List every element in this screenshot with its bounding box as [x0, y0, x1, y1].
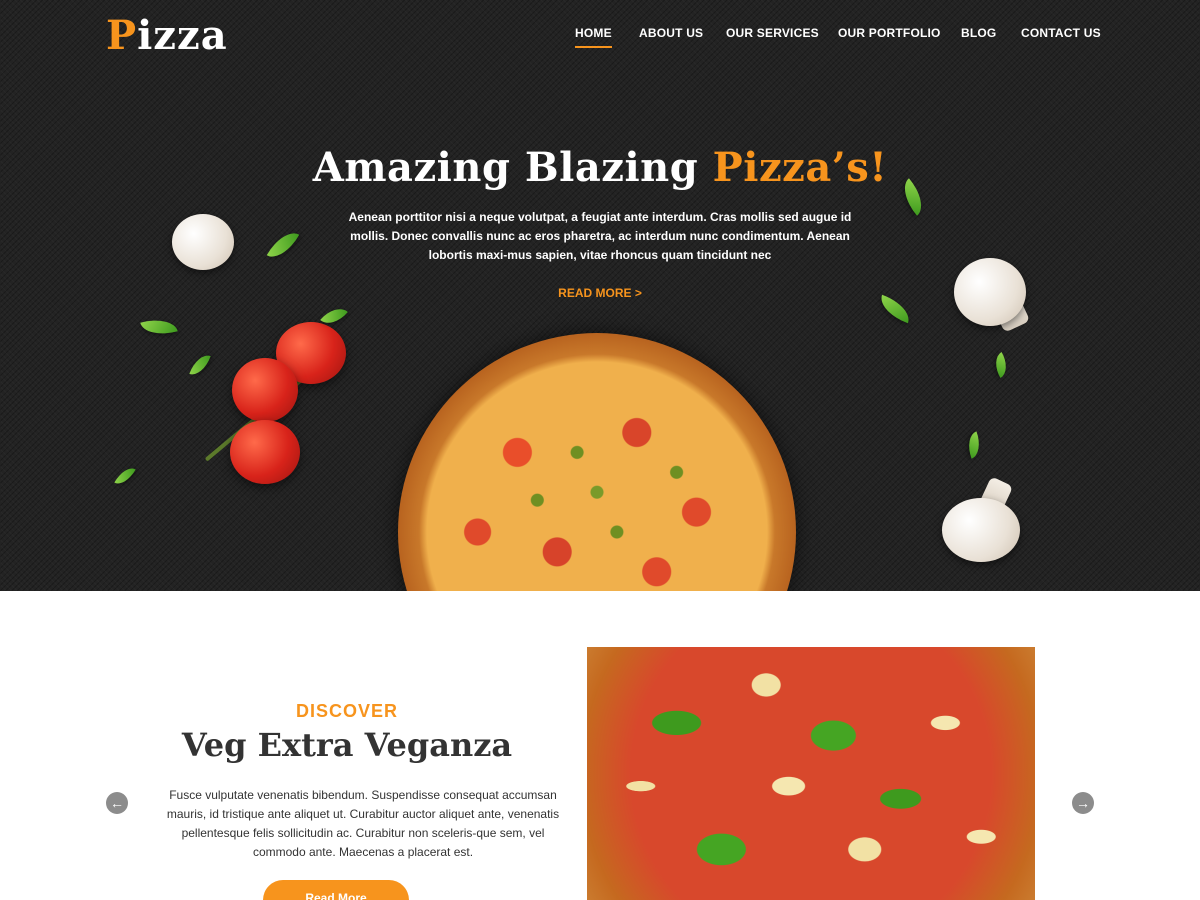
slide-title: Veg Extra Veganza	[181, 726, 513, 764]
arrow-left-icon[interactable]: ←	[106, 792, 128, 814]
arrow-right-icon[interactable]: →	[1072, 792, 1094, 814]
nav-our-portfolio[interactable]: OUR PORTFOLIO	[838, 26, 941, 40]
hero-title: Amazing Blazing Pizza’s!	[0, 144, 1200, 191]
hero-title-accent: Pizza’s!	[712, 144, 888, 191]
basil-leaf-image	[266, 225, 300, 265]
hero-title-main: Amazing Blazing	[312, 144, 713, 191]
hero-read-more-link[interactable]: READ MORE >	[0, 286, 1200, 300]
basil-leaf-image	[189, 351, 211, 379]
slide-description: Fusce vulputate venenatis bibendum. Susp…	[166, 788, 560, 859]
tomato-image	[230, 420, 300, 484]
hero-pizza-image	[398, 333, 796, 591]
nav-contact-us[interactable]: CONTACT US	[1021, 26, 1101, 40]
slide-pizza-image	[587, 647, 1035, 900]
logo-text: izza	[137, 12, 228, 59]
slide-read-more-button[interactable]: Read More	[263, 880, 409, 900]
nav-blog[interactable]: BLOG	[961, 26, 996, 40]
basil-leaf-image	[963, 431, 985, 459]
logo-initial: P	[106, 12, 138, 59]
basil-leaf-image	[114, 463, 136, 489]
nav-home[interactable]: HOME	[575, 26, 612, 48]
hero-description: Aenean porttitor nisi a neque volutpat, …	[348, 210, 852, 262]
nav-our-services[interactable]: OUR SERVICES	[726, 26, 819, 40]
tomato-image	[232, 358, 298, 422]
nav-about-us[interactable]: ABOUT US	[639, 26, 703, 40]
basil-leaf-image	[140, 313, 178, 341]
main-nav: HOME ABOUT US OUR SERVICES OUR PORTFOLIO…	[575, 26, 1101, 48]
basil-leaf-image	[989, 351, 1013, 379]
hero-section: Pizza HOME ABOUT US OUR SERVICES OUR POR…	[0, 0, 1200, 591]
site-logo[interactable]: Pizza	[106, 12, 228, 59]
slide-label: DISCOVER	[295, 701, 399, 721]
